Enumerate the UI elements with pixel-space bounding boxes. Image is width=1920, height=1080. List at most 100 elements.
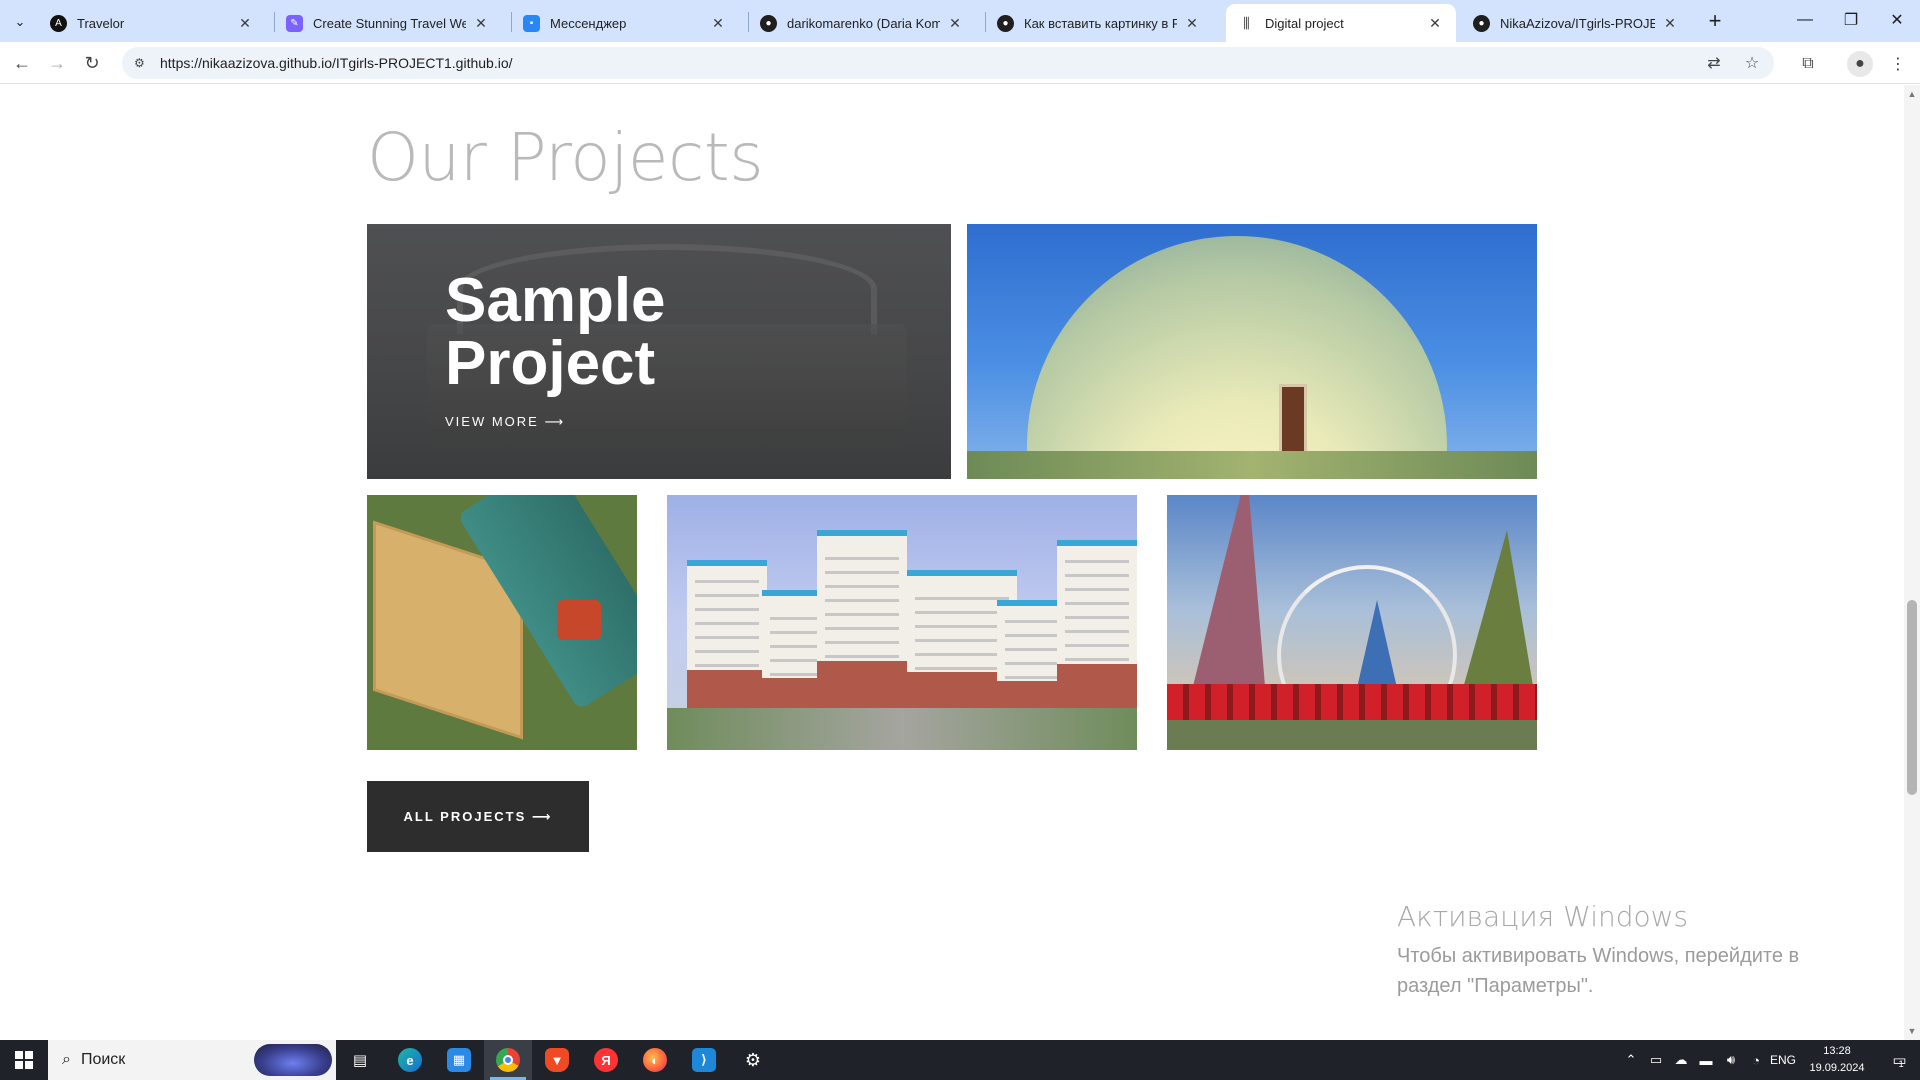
clock-date: 19.09.2024 — [1809, 1062, 1865, 1074]
notifications-icon[interactable]: ▭ 1 — [1876, 1040, 1920, 1080]
task-view-icon[interactable]: ▤ — [336, 1040, 384, 1080]
language-indicator[interactable]: ENG — [1768, 1040, 1798, 1080]
scroll-down-arrow-icon[interactable]: ▼ — [1907, 1026, 1917, 1036]
github-icon: ● — [997, 14, 1014, 32]
tab-nikaazizova-repo[interactable]: ● NikaAzizova/ITgirls-PROJECT1.g ✕ — [1461, 4, 1691, 42]
close-icon[interactable]: ✕ — [709, 14, 727, 32]
address-bar[interactable]: ⚙ https://nikaazizova.github.io/ITgirls-… — [122, 47, 1774, 79]
window-close-icon[interactable]: ✕ — [1874, 0, 1920, 40]
project-image-sport-complex[interactable] — [367, 495, 637, 750]
new-tab-plus-icon[interactable]: + — [1700, 6, 1730, 36]
tab-search-chevron-icon[interactable]: ⌄ — [6, 8, 34, 36]
scroll-up-arrow-icon[interactable]: ▲ — [1907, 89, 1917, 99]
tab-create-stunning[interactable]: ✎ Create Stunning Travel Website ✕ — [274, 4, 502, 42]
search-placeholder: Поиск — [80, 1051, 126, 1068]
onedrive-cloud-icon[interactable]: ☁ — [1670, 1040, 1692, 1080]
tab-title: darikomarenko (Daria Komaren — [787, 15, 940, 31]
github-icon: ● — [760, 14, 777, 32]
tray-device-icon[interactable]: ▭ — [1645, 1040, 1667, 1080]
all-projects-button[interactable]: ALL PROJECTS ⟶ — [367, 781, 589, 852]
tab-strip: ⌄ A Travelor ✕ ✎ Create Stunning Travel … — [0, 0, 1920, 42]
battery-icon[interactable]: ▬ — [1695, 1040, 1717, 1080]
project-image-apartments[interactable] — [667, 495, 1137, 750]
bookmark-star-icon[interactable]: ☆ — [1740, 51, 1764, 75]
start-button[interactable] — [0, 1040, 48, 1080]
extensions-puzzle-icon[interactable]: ⧉ — [1795, 51, 1821, 77]
ground-image — [1167, 720, 1537, 750]
columns-icon: ⫼ — [1243, 14, 1250, 31]
profile-avatar-icon[interactable]: ● — [1847, 51, 1873, 77]
view-more-link[interactable]: VIEW MORE ⟶ — [445, 414, 565, 430]
chat-bubble-icon: ▪ — [523, 14, 540, 32]
project-image-pyramids[interactable] — [1167, 495, 1537, 750]
tab-messenger[interactable]: ▪ Мессенджер ✕ — [511, 4, 739, 42]
translate-icon[interactable]: ⇄ — [1702, 51, 1726, 75]
tab-readme-image[interactable]: ● Как вставить картинку в READ ✕ — [985, 4, 1213, 42]
section-title: Our Projects — [367, 119, 764, 196]
tab-title: Мессенджер — [550, 15, 627, 31]
reload-icon[interactable]: ↻ — [78, 49, 106, 77]
tab-digital-project[interactable]: ⫼ Digital project ✕ — [1226, 4, 1456, 42]
chrome-browser-icon[interactable] — [484, 1040, 532, 1080]
settings-gear-icon[interactable]: ⚙ — [729, 1040, 777, 1080]
close-icon[interactable]: ✕ — [1183, 14, 1201, 32]
tab-title: Как вставить картинку в READ — [1024, 15, 1177, 31]
windows-logo-icon — [15, 1051, 33, 1069]
scrollbar-thumb[interactable] — [1907, 600, 1917, 795]
forward-arrow-icon[interactable]: → — [43, 49, 71, 77]
kebab-menu-icon[interactable]: ⋮ — [1885, 51, 1911, 77]
tab-title: Create Stunning Travel Website — [313, 15, 466, 31]
ground-image — [967, 451, 1537, 479]
browser-toolbar: ← → ↻ ⚙ https://nikaazizova.github.io/IT… — [0, 42, 1920, 84]
yandex-browser-icon[interactable]: Я — [582, 1040, 630, 1080]
vscode-icon[interactable]: ⟩ — [680, 1040, 728, 1080]
close-icon[interactable]: ✕ — [1426, 14, 1444, 32]
search-icon: ⌕ — [62, 1051, 71, 1068]
volume-icon[interactable]: 🔊︎ — [1720, 1040, 1742, 1080]
featured-project-tile[interactable]: Sample Project VIEW MORE ⟶ — [367, 224, 951, 479]
pen-app-icon: ✎ — [286, 14, 303, 32]
search-highlight-image — [254, 1044, 332, 1076]
tab-title: Digital project — [1265, 15, 1344, 31]
microsoft-store-icon[interactable]: ▦ — [435, 1040, 483, 1080]
close-icon[interactable]: ✕ — [946, 14, 964, 32]
project-image-dome[interactable] — [967, 224, 1537, 479]
close-icon[interactable]: ✕ — [1661, 14, 1679, 32]
tab-travelor[interactable]: A Travelor ✕ — [38, 4, 266, 42]
tray-overflow-chevron-icon[interactable]: ⌃ — [1620, 1040, 1642, 1080]
featured-project-title: Sample Project — [445, 266, 666, 398]
page-viewport: Our Projects Sample Project VIEW MORE ⟶ — [0, 85, 1904, 1040]
close-icon[interactable]: ✕ — [472, 14, 490, 32]
firefox-browser-icon[interactable]: ◐ — [631, 1040, 679, 1080]
ground-image — [667, 708, 1137, 750]
back-arrow-icon[interactable]: ← — [8, 49, 36, 77]
github-icon: ● — [1473, 14, 1490, 32]
brave-browser-icon[interactable]: ▼ — [533, 1040, 581, 1080]
restore-icon[interactable]: ❐ — [1828, 0, 1874, 40]
edge-browser-icon[interactable]: e — [386, 1040, 434, 1080]
windows-taskbar: ⌕ Поиск ▤ e ▦ ▼ Я ◐ ⟩ ⚙ ⌃ ▭ ☁ ▬ 🔊︎ ◔ ENG… — [0, 1040, 1920, 1080]
pyramid-image — [1457, 530, 1537, 710]
building-image — [687, 560, 767, 710]
network-icon[interactable]: ◔ — [1745, 1040, 1767, 1080]
site-settings-icon[interactable]: ⚙ — [122, 56, 152, 70]
activation-title: Активация Windows — [1397, 900, 1689, 933]
windows-activation-watermark: Активация Windows Чтобы активировать Win… — [1397, 900, 1867, 1001]
taskbar-search-box[interactable]: ⌕ Поиск — [48, 1040, 336, 1080]
clock-time: 13:28 — [1823, 1045, 1851, 1057]
notification-count: 1 — [1898, 1059, 1904, 1069]
building-image — [817, 530, 907, 710]
pyramid-image — [1187, 495, 1267, 710]
vertical-scrollbar[interactable]: ▲ ▼ — [1904, 85, 1920, 1040]
dome-building-image — [1027, 236, 1447, 479]
minimize-icon[interactable]: — — [1782, 0, 1828, 40]
red-roof-image — [557, 600, 601, 640]
tab-darikomarenko[interactable]: ● darikomarenko (Daria Komaren ✕ — [748, 4, 976, 42]
circle-a-icon: A — [50, 14, 67, 32]
red-colonnade-image — [1167, 684, 1537, 720]
url-text[interactable]: https://nikaazizova.github.io/ITgirls-PR… — [160, 55, 513, 71]
tab-title: NikaAzizova/ITgirls-PROJECT1.g — [1500, 15, 1655, 31]
tab-title: Travelor — [77, 15, 125, 31]
close-icon[interactable]: ✕ — [236, 14, 254, 32]
taskbar-clock[interactable]: 13:28 19.09.2024 — [1800, 1043, 1874, 1077]
